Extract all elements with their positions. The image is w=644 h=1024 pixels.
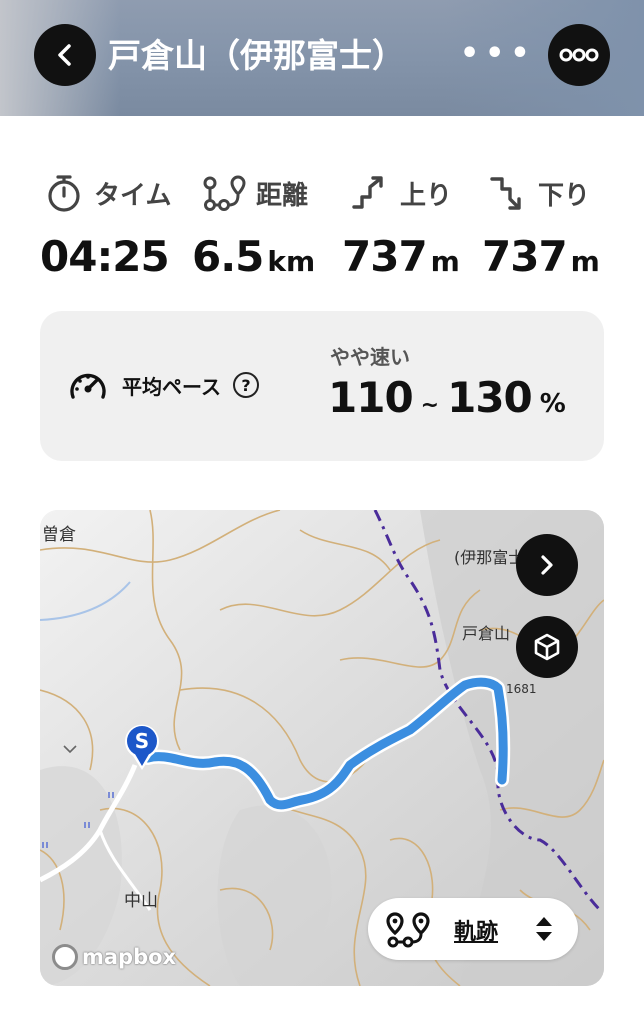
stat-distance-unit: km	[267, 245, 316, 278]
start-marker-letter: S	[135, 729, 149, 753]
ascent-arrow-icon	[352, 176, 383, 209]
average-pace-card: 平均ペース ? やや速い 110 ~130%	[40, 311, 604, 461]
pace-rating: やや速い	[330, 345, 410, 369]
mapbox-logo-icon	[52, 944, 78, 970]
stat-descent-label-text: 下り	[538, 180, 591, 211]
stat-distance-value: 6.5 km	[192, 232, 315, 288]
stat-ascent-label: 上り	[350, 170, 452, 216]
stat-ascent-number: 737	[342, 232, 428, 281]
chevron-left-icon	[58, 44, 71, 66]
stat-time-value: 04:25	[40, 232, 170, 288]
map-label-tokura: 戸倉山	[462, 624, 511, 643]
stat-descent-unit: m	[570, 245, 600, 278]
mapbox-attribution[interactable]: mapbox	[52, 942, 176, 972]
stat-distance-label-text: 距離	[256, 180, 309, 211]
stat-descent-value: 737 m	[482, 232, 600, 288]
map-3d-button[interactable]	[516, 616, 578, 678]
speedometer-icon	[70, 373, 106, 399]
stat-descent-number: 737	[482, 232, 568, 281]
pace-min: 110	[328, 373, 414, 422]
map-label-ina-fuji: (伊那富士	[454, 548, 525, 567]
route-icon	[203, 175, 246, 211]
pace-max: 130	[447, 373, 533, 422]
stat-time-label: タイム	[44, 170, 171, 216]
back-button[interactable]	[34, 24, 96, 86]
map-label-nakayama: 中山	[124, 891, 158, 911]
stat-descent-label: 下り	[488, 170, 590, 216]
more-options-button[interactable]	[548, 24, 610, 86]
track-toggle-label: 軌跡	[454, 920, 499, 945]
title-overflow-ellipsis: •••	[460, 36, 536, 71]
track-toggle-button[interactable]: 軌跡	[368, 898, 578, 960]
pace-label-text: 平均ペース	[122, 374, 221, 399]
stat-time-label-text: タイム	[94, 180, 172, 211]
map-label-top-left: 曽倉	[42, 525, 76, 545]
map-expand-button[interactable]	[516, 534, 578, 596]
pace-range: 110 ~130%	[328, 373, 566, 433]
more-dots-icon	[559, 48, 599, 62]
start-pin-icon: S	[125, 724, 159, 770]
stat-ascent-value: 737 m	[342, 232, 460, 288]
start-marker[interactable]: S	[122, 722, 162, 776]
map-label-elevation: 1681	[506, 682, 537, 696]
route-icon	[386, 912, 430, 948]
pace-label: 平均ペース ?	[68, 365, 259, 405]
pace-unit: %	[539, 389, 566, 419]
stopwatch-icon	[48, 175, 80, 212]
route-map[interactable]: 曽倉 (伊那富士 戸倉山 1681 中山 S mapbox 軌跡	[40, 510, 604, 986]
cube-3d-icon	[534, 633, 560, 661]
stat-time-number: 04:25	[40, 232, 170, 281]
stat-distance-label: 距離	[202, 170, 308, 216]
mapbox-logo-text: mapbox	[82, 945, 177, 969]
stat-distance-number: 6.5	[192, 232, 264, 281]
chevron-right-icon	[541, 555, 553, 575]
header-bar: 戸倉山（伊那富士） •••	[0, 0, 644, 116]
pace-tilde: ~	[420, 393, 440, 418]
stat-ascent-unit: m	[430, 245, 460, 278]
stat-ascent-label-text: 上り	[400, 180, 453, 211]
help-icon[interactable]: ?	[233, 372, 259, 398]
sort-arrows-icon	[536, 917, 552, 941]
descent-arrow-icon	[490, 177, 521, 210]
page-title: 戸倉山（伊那富士）	[108, 36, 405, 75]
